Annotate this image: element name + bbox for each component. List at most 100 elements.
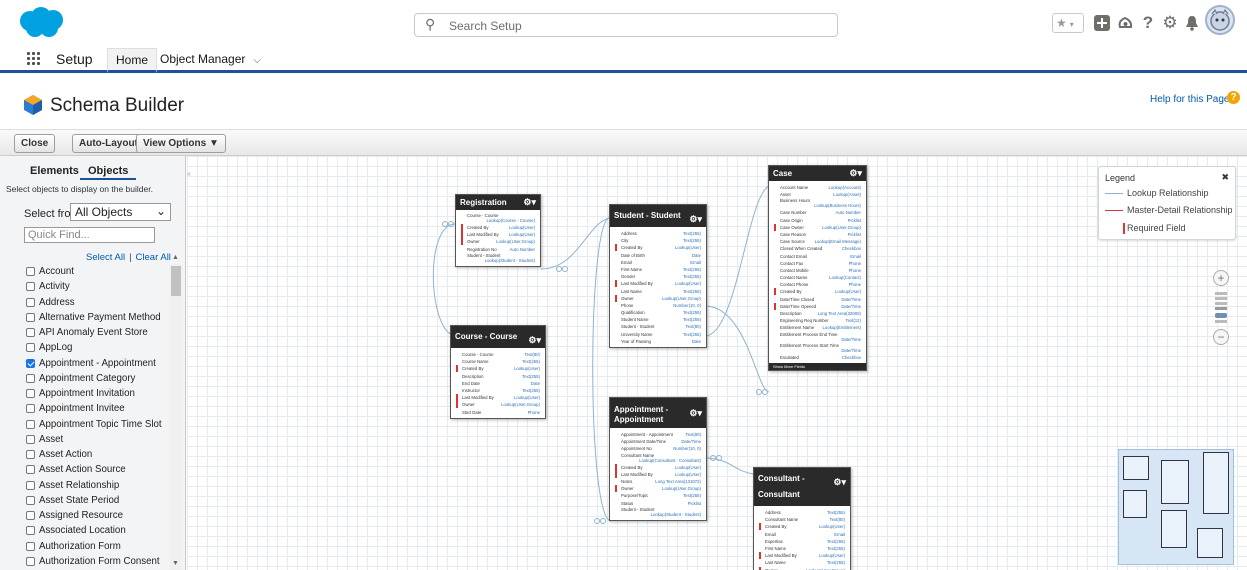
entity-field-row[interactable]: Entitlement Process End Time Date/Time [773,332,863,343]
zoom-slider-handle[interactable] [1215,313,1227,318]
entity-field-row[interactable]: Instructor Text(255) [455,387,542,394]
entity-field-row[interactable]: Entitlement Process Start Time Date/Time [773,343,863,354]
entity-field-row[interactable]: Registration No Auto Number [460,246,537,253]
entity-header[interactable]: Appointment - Appointment ⚙▾ [610,398,706,428]
object-list-item[interactable]: Appointment Invitation [26,386,171,401]
entity-field-row[interactable]: Date of Birth Date [614,252,703,259]
gear-icon[interactable]: ⚙▾ [523,198,536,207]
object-list-item[interactable]: Appointment Invitee [26,401,171,416]
close-icon[interactable]: ✖ [1221,172,1229,183]
entity-course[interactable]: Course - Course ⚙▾ Course - Course Text(80… [450,325,546,419]
entity-field-row[interactable]: Asset Lookup(Asset) [773,191,863,198]
quick-find-input[interactable]: Quick Find... [24,227,155,243]
object-checkbox[interactable] [26,511,35,520]
entity-field-row[interactable]: Expertise Text(255) [758,538,847,545]
select-from-dropdown[interactable]: All Objects ⌄ [70,203,171,221]
object-checkbox[interactable] [26,541,35,551]
entity-field-row[interactable]: Owner Lookup(User,Group) [614,485,703,493]
object-list-item[interactable]: AppLog [26,340,171,355]
object-list-item[interactable]: Activity [26,279,171,294]
close-button[interactable]: Close [14,134,56,153]
object-list-item[interactable]: Appointment Topic Time Slot [26,417,171,432]
entity-field-row[interactable]: Status Picklist [614,500,703,507]
entity-field-row[interactable]: Student - Student Lookup(Student - Studen… [614,507,703,518]
entity-field-row[interactable]: First Name Text(255) [614,266,703,273]
entity-field-row[interactable]: Owner Lookup(User,Group) [614,294,703,302]
entity-field-row[interactable]: Course Name Text(255) [455,358,542,365]
chevron-down-icon[interactable]: ⌵ [253,55,261,66]
auto-layout-button[interactable]: Auto-Layout [72,134,145,153]
entity-field-row[interactable]: City Text(255) [614,237,703,244]
object-checkbox[interactable] [26,495,35,505]
zoom-out-button[interactable]: − [1213,329,1229,345]
app-launcher-icon[interactable] [27,52,43,66]
plus-icon[interactable] [1093,12,1111,34]
entity-field-row[interactable]: Created By Lookup(User) [614,463,703,471]
object-checkbox[interactable] [26,404,35,414]
entity-field-row[interactable]: Created By Lookup(User) [460,224,537,232]
entity-field-row[interactable]: Owner Lookup(User,Group) [460,238,537,246]
entity-field-row[interactable]: Appointment Date/Time Date/Time [614,438,703,445]
entity-field-row[interactable]: Last Modified By Lookup(User) [758,552,847,560]
help-icon[interactable]: ? [1227,91,1240,104]
entity-field-row[interactable]: Email Email [614,259,703,266]
entity-field-row[interactable]: Date/Time Closed Date/Time [773,296,863,303]
entity-field-row[interactable]: Address Text(255) [614,230,703,237]
object-list-scrollbar[interactable]: ▲ ▼ [170,254,182,570]
entity-field-row[interactable]: Contact Name Lookup(Contact) [773,274,863,281]
entity-field-row[interactable]: Account Name Lookup(Account) [773,184,863,191]
entity-registration[interactable]: Registration ⚙▾ Course - Course Lookup(Cou… [455,194,541,267]
object-list-item[interactable]: API Anomaly Event Store [26,325,171,340]
object-list-item[interactable]: Associated Location [26,523,171,538]
object-list-item[interactable]: Asset Action [26,447,171,462]
tab-object-manager[interactable]: Object Manager ⌵ [152,48,269,73]
object-checkbox[interactable] [26,480,35,490]
entity-field-row[interactable]: Created By Lookup(User) [455,365,542,373]
object-checkbox[interactable] [26,312,35,322]
object-checkbox[interactable] [26,465,35,475]
entity-field-row[interactable]: Case Source Lookup(Email Message) [773,238,863,245]
gear-icon[interactable]: ⚙▾ [689,409,702,418]
show-more-fields-link[interactable]: Show More Fields [769,362,866,370]
object-checkbox[interactable] [26,419,35,429]
object-checkbox[interactable] [26,297,35,307]
entity-field-row[interactable]: Closed When Created Checkbox [773,245,863,252]
entity-header[interactable]: Course - Course ⚙▾ [451,326,545,348]
entity-header[interactable]: Case ⚙▾ [769,166,866,181]
clear-all-link[interactable]: Clear All [136,252,171,263]
favorites-button[interactable]: ★ ▾ [1052,13,1084,33]
entity-field-row[interactable]: Last Modified By Lookup(User) [614,280,703,288]
object-list-item[interactable]: Asset Action Source [26,462,171,477]
entity-field-row[interactable]: Qualification Text(255) [614,309,703,316]
gear-icon[interactable]: ⚙▾ [833,474,846,490]
entity-field-row[interactable]: Last Modified By Lookup(User) [614,470,703,478]
entity-field-row[interactable]: University Name Text(255) [614,331,703,338]
entity-field-row[interactable]: Email Email [758,531,847,538]
entity-field-row[interactable]: Student - Student Lookup(Student - Studen… [460,253,537,264]
entity-field-row[interactable]: Description Long Text Area(32000) [773,310,863,317]
entity-field-row[interactable]: Engineering Req Number Text(12) [773,317,863,324]
entity-field-row[interactable]: Course - Course Text(80) [455,351,542,358]
object-list-item[interactable]: Asset State Period [26,493,171,508]
object-checkbox[interactable] [26,373,35,383]
zoom-level-mark[interactable] [1215,307,1227,310]
entity-field-row[interactable]: Gender Text(255) [614,273,703,280]
object-list-item[interactable]: Address [26,295,171,310]
entity-appointment[interactable]: Appointment - Appointment ⚙▾ Appointment … [609,397,707,521]
entity-field-row[interactable]: Address Text(255) [758,509,847,516]
scroll-down-icon[interactable]: ▼ [172,560,179,567]
entity-field-row[interactable]: Notes Long Text Area(131072) [614,478,703,485]
entity-field-row[interactable]: Owner Lookup(User,Group) [455,401,542,409]
object-list-item[interactable]: Alternative Payment Method [26,310,171,325]
object-list-item[interactable]: Assigned Resource [26,508,171,523]
object-checkbox[interactable] [26,450,35,459]
avatar[interactable] [1205,5,1235,35]
entity-field-row[interactable]: Owner Lookup(User,Group) [758,566,847,570]
object-checkbox[interactable] [26,282,35,292]
zoom-level-mark[interactable] [1215,302,1227,305]
entity-field-row[interactable]: Case Owner Lookup(User,Group) [773,223,863,231]
object-list-item[interactable]: Authorization Form [26,539,171,554]
object-list-item[interactable]: Appointment - Appointment [26,356,171,371]
entity-field-row[interactable]: Appointment - Appointment Text(80) [614,431,703,438]
salesforce-logo[interactable] [16,6,66,40]
